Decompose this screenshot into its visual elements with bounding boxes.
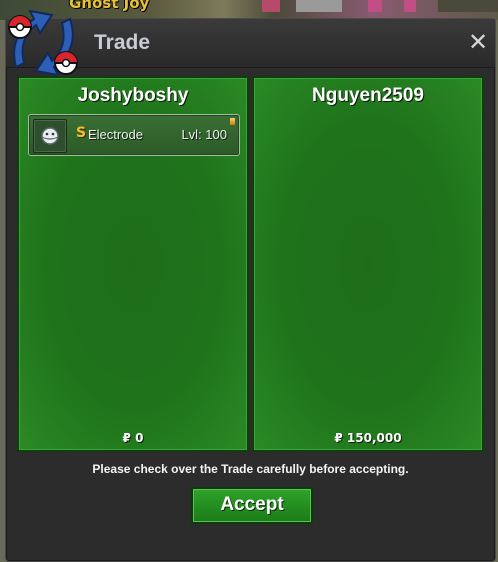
backdrop-decor bbox=[368, 0, 382, 12]
held-item-badge-icon bbox=[230, 118, 235, 125]
shiny-marker: S bbox=[76, 125, 87, 141]
electrode-sprite-icon bbox=[33, 119, 67, 153]
backdrop-decor bbox=[262, 0, 280, 12]
backdrop-decor bbox=[404, 0, 416, 12]
offered-money: ₽ 150,000 bbox=[334, 431, 402, 445]
trader-name: Nguyen2509 bbox=[312, 85, 424, 106]
item-pokemon-level: Lvl: 100 bbox=[181, 127, 227, 142]
offered-money: ₽ 0 bbox=[122, 431, 144, 445]
trade-swap-pokeball-icon bbox=[8, 9, 78, 77]
backdrop-decor bbox=[438, 0, 498, 12]
close-icon[interactable]: ✕ bbox=[467, 30, 489, 54]
trader-name: Joshyboshy bbox=[77, 85, 189, 106]
trade-notice: Please check over the Trade carefully be… bbox=[92, 462, 409, 476]
backdrop-decor bbox=[296, 0, 342, 12]
trader-panel-left: Joshyboshy S Electrode Lvl: 100 ₽ 0 bbox=[17, 76, 249, 452]
accept-button[interactable]: Accept bbox=[191, 487, 313, 524]
trade-item-row[interactable]: S Electrode Lvl: 100 bbox=[28, 114, 240, 156]
item-pokemon-name: Electrode bbox=[88, 127, 143, 142]
trade-window: Trade ✕ Joshyboshy S Electrode Lvl: 100 … bbox=[5, 9, 496, 562]
window-title: Trade bbox=[94, 31, 151, 54]
trader-panel-right: Nguyen2509 ₽ 150,000 bbox=[252, 76, 484, 452]
